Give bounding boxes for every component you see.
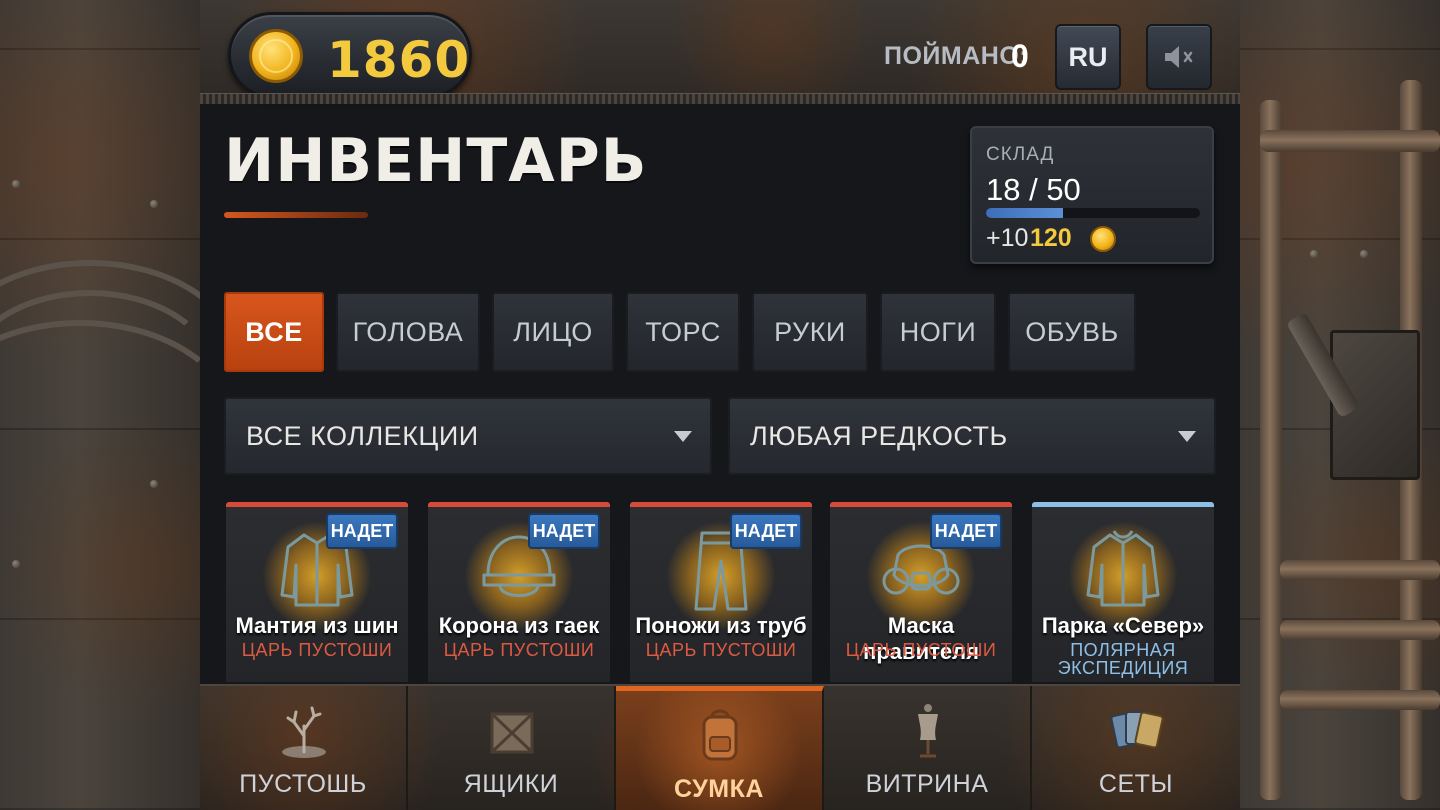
bottom-nav: ПУСТОШЬ ЯЩИКИ СУМКА ВИТРИНА СЕТЫ [200, 684, 1240, 810]
tab-legs[interactable]: НОГИ [880, 292, 996, 372]
tab-face[interactable]: ЛИЦО [492, 292, 614, 372]
storage-upgrade-amount[interactable]: +10 [986, 224, 1028, 253]
nav-sets[interactable]: СЕТЫ [1032, 686, 1240, 810]
item-name: Корона из гаек [438, 613, 600, 638]
jacket-icon [1086, 530, 1160, 607]
item-name: Парка «Север» [1041, 613, 1205, 638]
nav-bag[interactable]: СУМКА [616, 686, 824, 810]
page-title: ИНВЕНТАРЬ [224, 126, 648, 196]
mannequin-icon [918, 704, 938, 758]
equipped-badge: НАДЕТ [528, 513, 600, 549]
tab-hands[interactable]: РУКИ [752, 292, 868, 372]
item-collection-line: ЭКСПЕДИЦИЯ [1057, 658, 1189, 678]
backpack-icon [702, 709, 738, 761]
main-panel: 1860 ПОЙМАНО: 0 RU ИНВЕНТАРЬ СКЛАД 18 / … [200, 0, 1240, 810]
item-collection: ЦАРЬ ПУСТОШИ [443, 640, 595, 660]
chevron-down-icon [1178, 431, 1196, 442]
coin-icon [249, 29, 303, 83]
nav-wasteland[interactable]: ПУСТОШЬ [200, 686, 408, 810]
language-button[interactable]: RU [1055, 24, 1121, 90]
rarity-select-value: ЛЮБАЯ РЕДКОСТЬ [750, 421, 1008, 451]
equipped-badge: НАДЕТ [930, 513, 1002, 549]
coin-balance: 1860 [228, 12, 472, 98]
crate-icon [490, 712, 534, 754]
chevron-down-icon [674, 431, 692, 442]
nav-label: СУМКА [674, 775, 764, 803]
item-card[interactable]: НАДЕТ Маска правителя ЦАРЬ ПУСТОШИ [830, 502, 1012, 682]
item-card[interactable]: НАДЕТ Корона из гаек ЦАРЬ ПУСТОШИ [428, 502, 610, 682]
tab-all[interactable]: ВСЕ [224, 292, 324, 372]
storage-progress [986, 208, 1200, 218]
speaker-muted-icon [1165, 46, 1193, 68]
storage-upgrade-price[interactable]: 120 [1030, 224, 1072, 253]
top-bar: 1860 ПОЙМАНО: 0 RU [200, 0, 1240, 104]
nav-crates[interactable]: ЯЩИКИ [408, 686, 616, 810]
item-collection: ПОЛЯРНАЯ ЭКСПЕДИЦИЯ [1032, 641, 1214, 677]
collection-select-value: ВСЕ КОЛЛЕКЦИИ [246, 421, 479, 451]
coin-icon [1090, 226, 1116, 252]
tab-torso[interactable]: ТОРС [626, 292, 740, 372]
tab-head[interactable]: ГОЛОВА [336, 292, 480, 372]
storage-value: 18 / 50 [986, 172, 1081, 207]
cards-icon [1110, 711, 1164, 749]
dead-tree-icon [282, 706, 326, 758]
tab-shoes[interactable]: ОБУВЬ [1008, 292, 1136, 372]
storage-panel: СКЛАД 18 / 50 +10 120 [970, 126, 1214, 264]
caught-label: ПОЙМАНО: [884, 42, 1029, 70]
nav-label: ЯЩИКИ [463, 770, 559, 798]
item-card[interactable]: НАДЕТ Мантия из шин ЦАРЬ ПУСТОШИ [226, 502, 408, 682]
item-card[interactable]: НАДЕТ Поножи из труб ЦАРЬ ПУСТОШИ [630, 502, 812, 682]
rarity-select[interactable]: ЛЮБАЯ РЕДКОСТЬ [728, 397, 1216, 475]
equipped-badge: НАДЕТ [730, 513, 802, 549]
item-collection: ЦАРЬ ПУСТОШИ [241, 640, 393, 660]
left-backdrop [0, 0, 240, 810]
caught-value: 0 [1011, 38, 1029, 74]
nav-label: ПУСТОШЬ [239, 770, 367, 798]
nav-label: ВИТРИНА [865, 770, 989, 798]
item-collection: ЦАРЬ ПУСТОШИ [845, 640, 997, 660]
nav-label: СЕТЫ [1098, 770, 1174, 798]
item-collection-line: ПОЛЯРНАЯ [1070, 640, 1176, 660]
nav-showcase[interactable]: ВИТРИНА [824, 686, 1032, 810]
item-name: Поножи из труб [635, 613, 807, 638]
item-card[interactable]: Парка «Север» ПОЛЯРНАЯ ЭКСПЕДИЦИЯ [1032, 502, 1214, 682]
storage-label: СКЛАД [986, 144, 1055, 165]
storage-progress-fill [986, 208, 1064, 218]
mute-button[interactable] [1146, 24, 1212, 90]
title-underline [224, 212, 368, 218]
coin-count: 1860 [327, 31, 471, 89]
equipped-badge: НАДЕТ [326, 513, 398, 549]
item-collection: ЦАРЬ ПУСТОШИ [645, 640, 797, 660]
collection-select[interactable]: ВСЕ КОЛЛЕКЦИИ [224, 397, 712, 475]
item-name: Мантия из шин [235, 613, 399, 638]
